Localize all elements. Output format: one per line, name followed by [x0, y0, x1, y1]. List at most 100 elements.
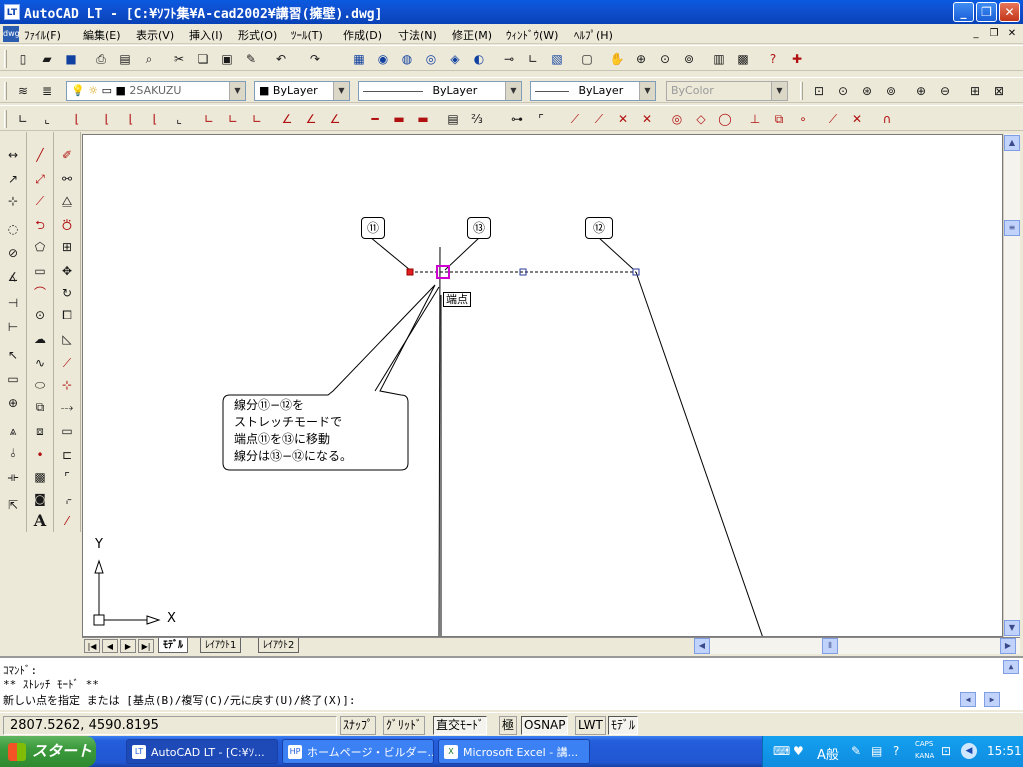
- minimize-button[interactable]: _: [953, 2, 974, 22]
- start-button[interactable]: スタート: [0, 736, 96, 767]
- zoom-scale-icon[interactable]: ⊛: [858, 82, 876, 100]
- title-bar[interactable]: LT AutoCAD LT - [C:¥ｿﾌﾄ集¥A-cad2002¥講習(擁壁…: [0, 0, 1023, 24]
- print-icon[interactable]: ⎙: [92, 50, 110, 68]
- ucs-apply-icon[interactable]: ∠: [278, 110, 296, 128]
- scroll-left-icon[interactable]: ◀: [694, 638, 710, 654]
- tab-layout1[interactable]: ﾚｲｱｳﾄ1: [200, 638, 242, 653]
- scroll-right-icon[interactable]: ▶: [1000, 638, 1016, 654]
- paste-icon[interactable]: ▣: [218, 50, 236, 68]
- polyline-icon[interactable]: ⟋: [30, 192, 50, 210]
- restore-button[interactable]: ❐: [976, 2, 997, 22]
- snap-toggle[interactable]: ｽﾅｯﾌﾟ: [340, 716, 377, 735]
- scroll-down-icon[interactable]: ▼: [1004, 620, 1020, 636]
- osnap-midpoint-icon[interactable]: ⟋: [566, 110, 584, 128]
- menu-draw[interactable]: 作成(D): [343, 27, 382, 43]
- osnap-endpoint-icon[interactable]: ⊶: [508, 110, 526, 128]
- coordinates-readout[interactable]: 2807.5262, 4590.8195: [3, 716, 337, 735]
- extend-icon[interactable]: ⤏: [57, 398, 77, 416]
- properties-icon[interactable]: ▥: [710, 50, 728, 68]
- rotate-icon[interactable]: ↻: [57, 284, 77, 302]
- tab-prev-icon[interactable]: ◀: [102, 639, 118, 653]
- ucs-3point-icon[interactable]: ⌊: [68, 110, 86, 128]
- dim-text-icon[interactable]: ⅔: [468, 110, 486, 128]
- toolbar-grip[interactable]: [4, 110, 7, 128]
- array-icon[interactable]: ⊞: [57, 238, 77, 256]
- system-clock[interactable]: 15:51: [987, 744, 1022, 758]
- menu-dimension[interactable]: 寸法(N): [398, 27, 437, 43]
- linetype-dropdown[interactable]: ByLayer ▼: [358, 81, 522, 101]
- ime-help-icon[interactable]: ?: [893, 744, 899, 758]
- design-center-icon[interactable]: ▦: [350, 50, 368, 68]
- layer-dropdown[interactable]: 💡 ☼ ▭ ■ 2SAKUZU ▼: [66, 81, 246, 101]
- osnap-from-icon[interactable]: ⌜: [532, 110, 550, 128]
- ucs-named-icon[interactable]: ∠: [302, 110, 320, 128]
- chevron-down-icon[interactable]: ▼: [771, 82, 787, 100]
- menu-help[interactable]: ﾍﾙﾌﾟ(H): [574, 27, 613, 43]
- document-icon[interactable]: dwg: [3, 26, 20, 42]
- ucs-view-icon[interactable]: ⌊: [146, 110, 164, 128]
- dim-edit-text-icon[interactable]: ⫰: [3, 444, 23, 462]
- wall-line-slope[interactable]: [635, 271, 763, 637]
- toolbar-grip[interactable]: [4, 50, 7, 68]
- browse-web-icon[interactable]: ◎: [422, 50, 440, 68]
- tab-last-icon[interactable]: ▶|: [138, 639, 154, 653]
- cmd-scroll-right-icon[interactable]: ▶: [984, 692, 1000, 707]
- copy-object-icon[interactable]: ⚯: [57, 170, 77, 188]
- etransmit-icon[interactable]: ◐: [470, 50, 488, 68]
- polar-toggle[interactable]: 極: [499, 716, 518, 735]
- osnap-insert-icon[interactable]: ⧉: [770, 110, 788, 128]
- lengthen-icon[interactable]: ⟋: [57, 354, 77, 372]
- dim-ordinate-icon[interactable]: ⊹: [3, 192, 23, 210]
- doc-minimize-button[interactable]: _: [968, 27, 984, 41]
- open-file-icon[interactable]: ▰: [38, 50, 56, 68]
- dim-center-mark-icon[interactable]: ⊕: [3, 394, 23, 412]
- osnap-quadrant-icon[interactable]: ◇: [692, 110, 710, 128]
- ime-mode-indicator[interactable]: A般: [817, 744, 839, 763]
- make-object-layer-current-icon[interactable]: ≣: [38, 82, 56, 100]
- chamfer-icon[interactable]: ⌜: [57, 468, 77, 486]
- hscroll-thumb[interactable]: ⦀: [822, 638, 838, 654]
- undo-icon[interactable]: ↶: [272, 50, 290, 68]
- hyperlink-icon[interactable]: ◍: [398, 50, 416, 68]
- spline-icon[interactable]: ∿: [30, 354, 50, 372]
- osnap-tangent-icon[interactable]: ◯: [716, 110, 734, 128]
- ellipse-icon[interactable]: ⬭: [30, 376, 50, 394]
- menu-edit[interactable]: 編集(E): [83, 27, 121, 43]
- zoom-out-icon[interactable]: ⊖: [936, 82, 954, 100]
- tab-model[interactable]: ﾓﾃﾞﾙ: [158, 638, 188, 653]
- lineweight-dropdown[interactable]: ByLayer ▼: [530, 81, 656, 101]
- osnap-apparent-icon[interactable]: ✕: [614, 110, 632, 128]
- line-icon[interactable]: ╱: [30, 146, 50, 164]
- dim-aligned-icon[interactable]: ▬: [390, 110, 408, 128]
- osnap-settings-icon[interactable]: ∩: [878, 110, 896, 128]
- ortho-toggle[interactable]: 直交ﾓｰﾄﾞ: [433, 716, 488, 735]
- osnap-toggle[interactable]: OSNAP: [521, 716, 569, 735]
- dim-style-icon[interactable]: ▤: [444, 110, 462, 128]
- zoom-all-icon[interactable]: ⊞: [966, 82, 984, 100]
- zoom-window-icon[interactable]: ⊙: [656, 50, 674, 68]
- tray-expand-icon[interactable]: ◀: [961, 743, 977, 759]
- move-icon[interactable]: ✥: [57, 262, 77, 280]
- object-snap-icon[interactable]: ⊸: [500, 50, 518, 68]
- wall-line-left[interactable]: [438, 246, 441, 637]
- dim-baseline-icon[interactable]: ⊢: [3, 318, 23, 336]
- ucs-x-icon[interactable]: ∟: [200, 110, 218, 128]
- keyboard-icon[interactable]: ⌨: [773, 744, 790, 758]
- break-at-point-icon[interactable]: ⊏: [57, 446, 77, 464]
- menu-modify[interactable]: 修正(M): [452, 27, 492, 43]
- drawing-area[interactable]: ⑪ ⑬ ⑫ 端点 線分⑪−⑫を ストレッチモードで 端点⑪を⑬に移動 線分は⑬−…: [82, 134, 1003, 637]
- zoom-center-icon[interactable]: ⊚: [882, 82, 900, 100]
- grip-hot-point-11[interactable]: [406, 268, 414, 276]
- hatch-icon[interactable]: ▩: [30, 468, 50, 486]
- point-icon[interactable]: •: [30, 446, 50, 464]
- chevron-down-icon[interactable]: ▼: [333, 82, 349, 100]
- tab-layout2[interactable]: ﾚｲｱｳﾄ2: [258, 638, 300, 653]
- dim-quick-icon[interactable]: ⊣: [3, 294, 23, 312]
- copy-icon[interactable]: ❏: [194, 50, 212, 68]
- multiline-text-icon[interactable]: A: [30, 512, 50, 530]
- web-icon[interactable]: ◉: [374, 50, 392, 68]
- ucs-origin-icon[interactable]: ⌞: [38, 110, 56, 128]
- zoom-in-icon[interactable]: ⊕: [912, 82, 930, 100]
- ucs-icon[interactable]: ∟: [524, 50, 542, 68]
- ucs-world-icon[interactable]: ∟: [14, 110, 32, 128]
